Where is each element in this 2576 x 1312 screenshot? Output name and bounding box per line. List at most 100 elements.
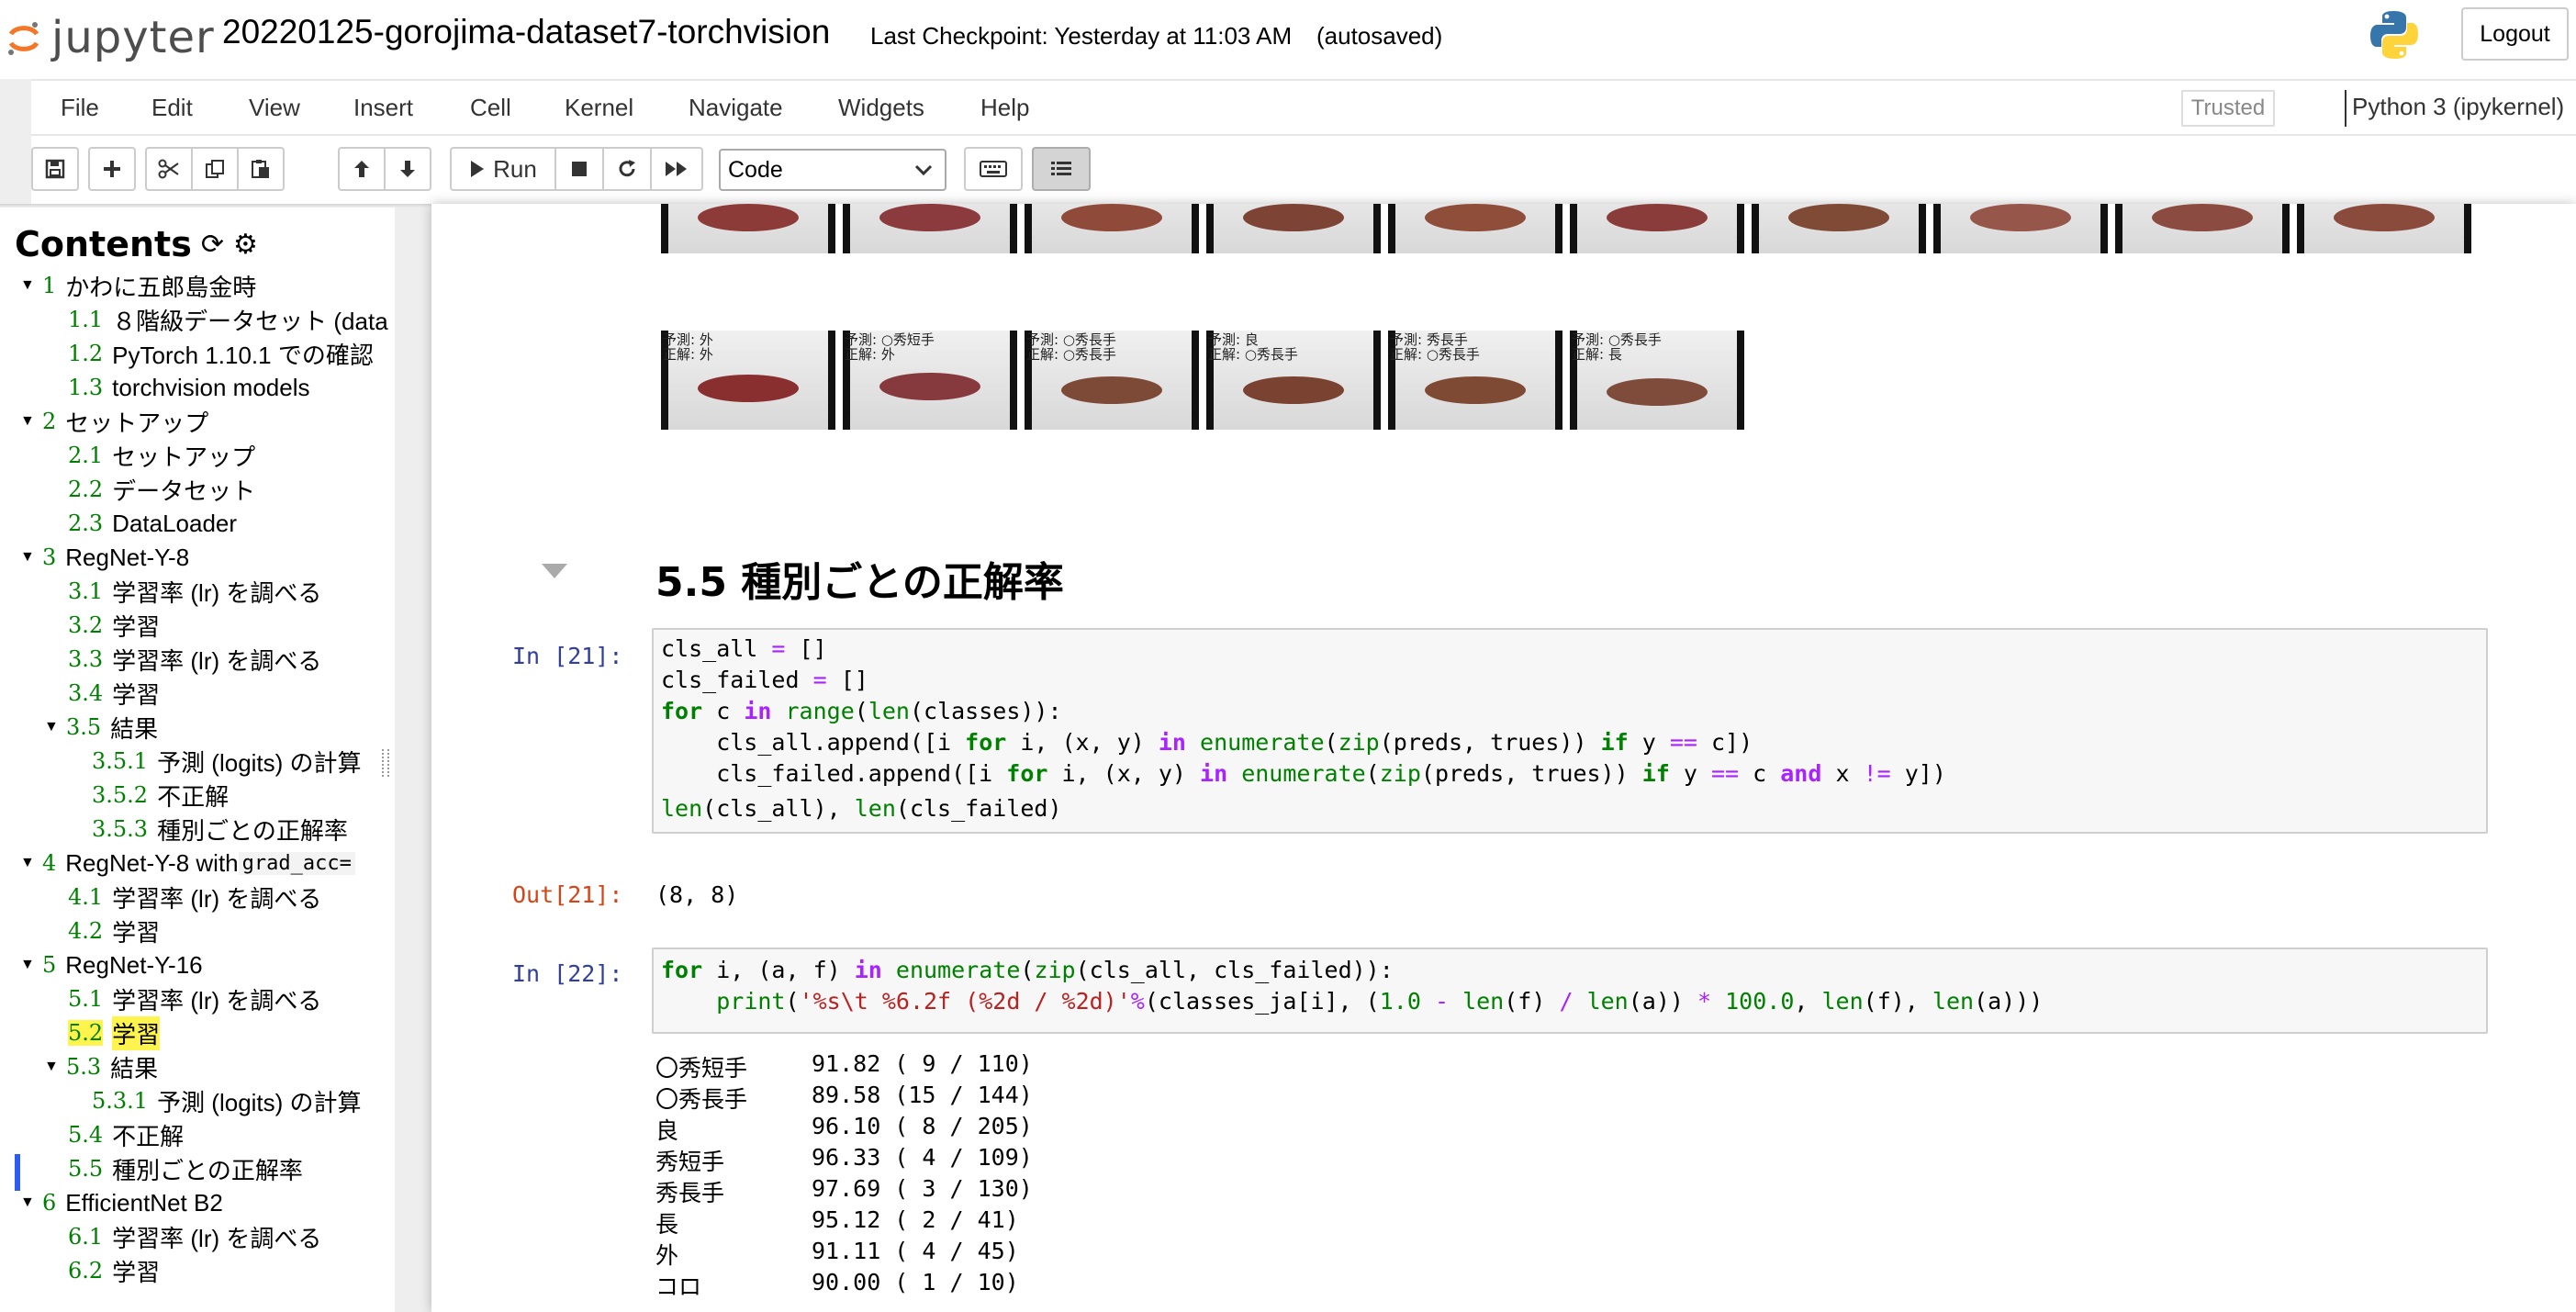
toc-item[interactable]: 5.4 不正解 <box>68 1119 184 1150</box>
toc-item[interactable]: 3.5.2 不正解 <box>92 779 229 811</box>
toc-current-marker <box>15 1154 20 1191</box>
toc-item-label: 学習 <box>112 612 161 641</box>
image-thumbnail <box>1570 204 1744 253</box>
menu-widgets[interactable]: Widgets <box>838 94 924 122</box>
caret-down-icon[interactable]: ▼ <box>20 855 42 871</box>
toc-item[interactable]: 3.4 学習 <box>68 678 160 709</box>
toc-toggle-button[interactable] <box>1032 147 1091 191</box>
caret-down-icon[interactable]: ▼ <box>20 549 42 566</box>
insert-cell-button[interactable] <box>88 147 136 191</box>
jupyter-logo[interactable]: jupyter <box>6 9 215 66</box>
toc-item[interactable]: 1.2 PyTorch 1.10.1 での確認 <box>68 338 374 369</box>
command-palette-button[interactable] <box>964 147 1023 191</box>
code-line: cls_all = [] <box>661 635 827 662</box>
toc-item-label: torchvision models <box>112 373 310 401</box>
cell-type-value: Code <box>728 156 783 183</box>
kernel-name[interactable]: Python 3 (ipykernel) <box>2352 93 2564 121</box>
menu-edit[interactable]: Edit <box>151 94 193 122</box>
toc-item-number: 3 <box>42 544 57 570</box>
refresh-icon[interactable]: ⟳ <box>201 229 224 261</box>
cell-type-select[interactable]: Code <box>719 149 946 191</box>
caret-down-icon[interactable]: ▼ <box>44 1059 66 1075</box>
toc-resize-handle[interactable] <box>382 749 389 777</box>
arrow-up-icon <box>354 161 369 177</box>
toc-item[interactable]: 4.2 学習 <box>68 915 160 947</box>
collapse-section-icon[interactable] <box>542 564 567 578</box>
menu-view[interactable]: View <box>249 94 300 122</box>
toc-item[interactable]: 3.5.3 種別ごとの正解率 <box>92 813 348 845</box>
toc-item[interactable]: 3.5.1 予測 (logits) の計算 <box>92 746 362 777</box>
code-cell-tail[interactable]: len(cls_all), len(cls_failed) <box>652 793 2488 834</box>
toc-item-number: 1 <box>42 273 57 298</box>
toc-item-number: 1.2 <box>68 341 104 366</box>
menu-navigate[interactable]: Navigate <box>689 94 783 122</box>
toc-item[interactable]: ▼ 2 セットアップ <box>20 406 208 437</box>
image-thumbnail: 予測: ○秀長手 正解: ○秀長手 <box>1025 331 1199 430</box>
class-accuracy: 90.00 ( 1 / 10) <box>812 1269 1019 1295</box>
menu-help[interactable]: Help <box>980 94 1029 122</box>
caret-down-icon[interactable]: ▼ <box>44 719 66 735</box>
class-accuracy: 89.58 (15 / 144) <box>812 1082 1033 1108</box>
restart-run-all-button[interactable] <box>650 147 703 191</box>
paste-button[interactable] <box>237 147 285 191</box>
caret-down-icon[interactable]: ▼ <box>20 957 42 973</box>
toc-item[interactable]: ▼ 5 RegNet-Y-16 <box>20 949 203 981</box>
toc-item-number: 2.2 <box>68 477 104 502</box>
menu-file[interactable]: File <box>61 94 99 122</box>
caret-down-icon[interactable]: ▼ <box>20 1194 42 1211</box>
menu-insert[interactable]: Insert <box>353 94 413 122</box>
toc-item[interactable]: ▼ 5.3 結果 <box>44 1051 158 1082</box>
move-down-button[interactable] <box>384 147 431 191</box>
image-thumbnail <box>2297 204 2471 253</box>
toc-item-number: 3.5 <box>66 714 102 740</box>
toc-item[interactable]: ▼ 6 EfficientNet B2 <box>20 1187 223 1218</box>
toc-item[interactable]: 3.2 学習 <box>68 610 160 641</box>
caret-down-icon[interactable]: ▼ <box>20 413 42 430</box>
toc-item-label: セットアップ <box>112 443 256 471</box>
kernel-divider <box>2345 90 2346 127</box>
logout-button[interactable]: Logout <box>2461 7 2569 61</box>
toc-item[interactable]: 5.5 種別ごとの正解率 <box>68 1153 303 1184</box>
caret-down-icon[interactable]: ▼ <box>20 277 42 294</box>
toc-item[interactable]: 3.3 学習率 (lr) を調べる <box>68 644 321 675</box>
toc-item[interactable]: ▼ 1 かわに五郎島金時 <box>20 270 256 301</box>
toc-item[interactable]: 5.3.1 予測 (logits) の計算 <box>92 1085 362 1116</box>
code-line: print('%s\t %6.2f (%2d / %2d)'%(classes_… <box>716 988 2044 1015</box>
toc-item[interactable]: 5.2 学習 <box>68 1015 161 1050</box>
toc-item[interactable]: 6.1 学習率 (lr) を調べる <box>68 1221 321 1252</box>
code-cell[interactable]: for i, (a, f) in enumerate(zip(cls_all, … <box>652 948 2488 1034</box>
toc-item[interactable]: ▼ 3.5 結果 <box>44 712 158 743</box>
interrupt-button[interactable] <box>554 147 604 191</box>
move-up-button[interactable] <box>338 147 386 191</box>
gear-icon[interactable]: ⚙ <box>233 229 258 261</box>
jupyter-logo-icon <box>8 22 39 55</box>
menu-cell[interactable]: Cell <box>470 94 511 122</box>
run-button[interactable]: Run <box>450 147 556 191</box>
restart-button[interactable] <box>602 147 652 191</box>
toc-item[interactable]: ▼ 3 RegNet-Y-8 <box>20 542 189 573</box>
notebook-title[interactable]: 20220125-gorojima-dataset7-torchvision <box>222 13 830 51</box>
toc-item[interactable]: 6.2 学習 <box>68 1255 160 1286</box>
trusted-indicator[interactable]: Trusted <box>2181 90 2275 127</box>
toc-item-number: 3.1 <box>68 578 104 604</box>
cut-button[interactable] <box>145 147 193 191</box>
toc-item[interactable]: 2.3 DataLoader <box>68 508 237 539</box>
toc-item-label: セットアップ <box>65 409 209 437</box>
image-thumbnail <box>1752 204 1926 253</box>
toc-item[interactable]: 1.1 ８階級データセット (data <box>68 304 388 335</box>
toc-item[interactable]: 4.1 学習率 (lr) を調べる <box>68 881 321 913</box>
code-cell[interactable]: cls_all = [] cls_failed = [] for c in ra… <box>652 628 2488 801</box>
toc-item[interactable]: 1.3 torchvision models <box>68 372 309 403</box>
toc-item-label: 種別ごとの正解率 <box>112 1156 303 1184</box>
toc-item[interactable]: 3.1 学習率 (lr) を調べる <box>68 576 321 607</box>
toc-item[interactable]: 2.1 セットアップ <box>68 440 255 471</box>
menu-kernel[interactable]: Kernel <box>565 94 633 122</box>
copy-button[interactable] <box>191 147 239 191</box>
save-button[interactable] <box>31 147 79 191</box>
toc-item[interactable]: 5.1 学習率 (lr) を調べる <box>68 983 321 1015</box>
toc-item[interactable]: 2.2 データセット <box>68 474 255 505</box>
prediction-label: 予測: ○秀長手 <box>1026 331 1116 348</box>
toc-item[interactable]: ▼ 4 RegNet-Y-8 with grad_acc= <box>20 847 355 879</box>
toc-item-label: 予測 (logits) の計算 <box>157 748 362 777</box>
image-thumbnail: 予測: ○秀長手 正解: 長 <box>1570 331 1744 430</box>
